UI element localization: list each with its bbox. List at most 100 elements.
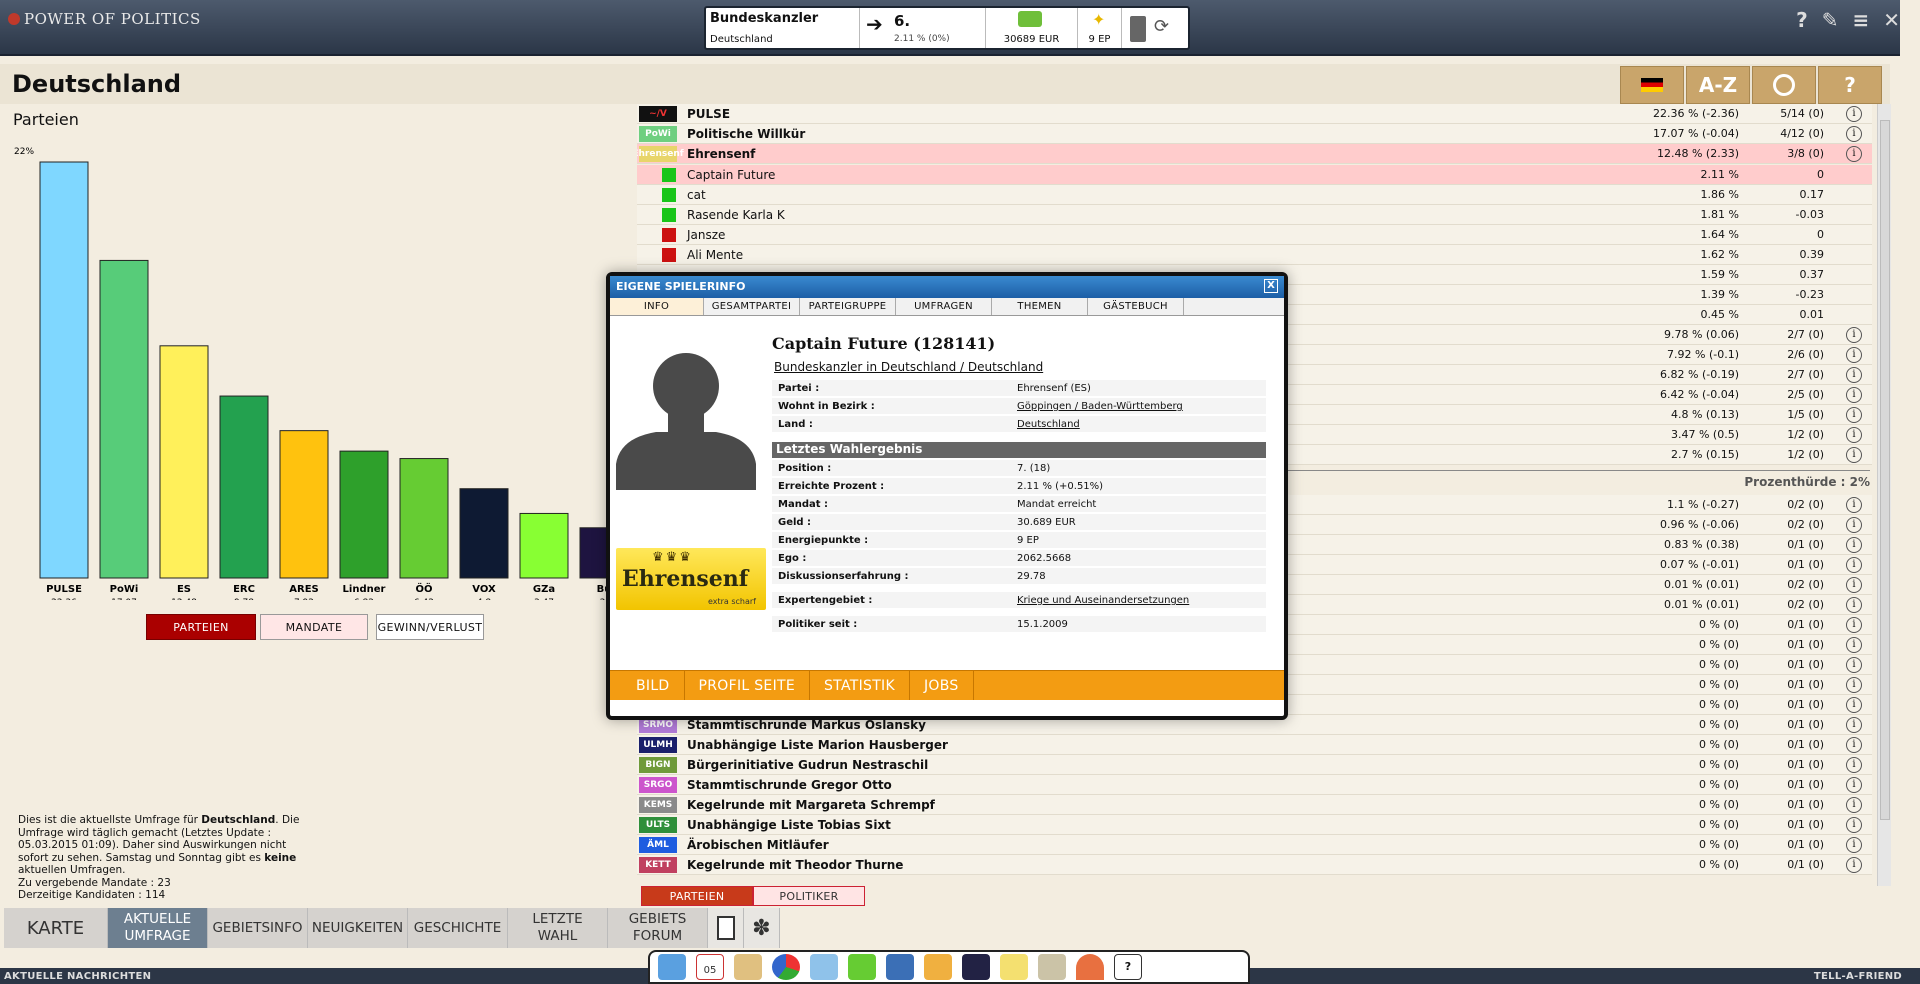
chart-bar[interactable] <box>159 345 209 579</box>
info-icon[interactable]: i <box>1846 597 1862 613</box>
avatar[interactable] <box>616 334 756 490</box>
info-icon[interactable]: i <box>1846 797 1862 813</box>
player-role[interactable]: Bundeskanzler in Deutschland / Deutschla… <box>774 360 1043 374</box>
rank-cell[interactable]: ➔ 6. 2.11 % (0%) <box>860 8 986 48</box>
tab-info[interactable]: INFO <box>610 298 704 315</box>
ep-cell[interactable]: ✦ 9 EP <box>1078 8 1122 48</box>
candidate-row[interactable]: Rasende Karla K 1.81 % -0.03 <box>637 205 1872 225</box>
info-icon[interactable]: i <box>1846 347 1862 363</box>
nav-neuigkeiten[interactable]: NEUIGKEITEN <box>308 908 408 948</box>
chart-bar[interactable] <box>519 512 569 579</box>
money-cell[interactable]: 30689 EUR <box>986 8 1078 48</box>
party-row[interactable]: ÄML Ärobischen Mitläufer 0 % (0) 0/1 (0) i <box>637 835 1872 855</box>
nav-gebietsinfo[interactable]: GEBIETSINFO <box>208 908 308 948</box>
help-icon[interactable]: ? <box>1796 8 1808 32</box>
chart-bar[interactable] <box>279 430 329 579</box>
nav-geschichte[interactable]: GESCHICHTE <box>408 908 508 948</box>
party-row[interactable]: ULTS Unabhängige Liste Tobias Sixt 0 % (0)… <box>637 815 1872 835</box>
info-icon[interactable]: i <box>1846 497 1862 513</box>
flag-tab[interactable] <box>1620 66 1684 104</box>
folder-icon[interactable] <box>924 954 952 980</box>
info-icon[interactable]: i <box>1846 657 1862 673</box>
party-row[interactable]: KEMS Kegelrunde mit Margareta Schrempf 0 %… <box>637 795 1872 815</box>
info-icon[interactable]: i <box>1846 737 1862 753</box>
list-scrollbar[interactable] <box>1877 104 1891 886</box>
info-icon[interactable]: i <box>1846 777 1862 793</box>
tab-help[interactable]: ? <box>1818 66 1882 104</box>
nav-settings-icon[interactable]: ✽ <box>744 908 780 948</box>
calendar-icon[interactable]: 05 <box>696 954 724 980</box>
tab-politiker[interactable]: POLITIKER <box>753 886 865 906</box>
dialog-close-button[interactable]: X <box>1264 279 1278 293</box>
sticky-icon[interactable] <box>1000 954 1028 980</box>
tv-icon[interactable] <box>886 954 914 980</box>
chart-bar[interactable] <box>219 395 269 579</box>
tab-a-z[interactable]: A-Z <box>1686 66 1750 104</box>
info-icon[interactable]: i <box>1846 537 1862 553</box>
umbrella-icon[interactable] <box>1076 954 1104 980</box>
info-icon[interactable]: i <box>1846 677 1862 693</box>
chart-parteien-button[interactable]: PARTEIEN <box>146 614 256 640</box>
candidate-row[interactable]: cat 1.86 % 0.17 <box>637 185 1872 205</box>
statistik-button[interactable]: STATISTIK <box>810 671 910 700</box>
info-icon[interactable]: i <box>1846 617 1862 633</box>
info-icon[interactable]: i <box>1846 557 1862 573</box>
field-value[interactable]: Göppingen / Baden-Württemberg <box>1017 401 1183 412</box>
info-icon[interactable]: i <box>1846 857 1862 873</box>
info-icon[interactable]: i <box>1846 387 1862 403</box>
chart-bar[interactable] <box>459 488 509 579</box>
party-row[interactable]: ~∕V PULSE 22.36 % (-2.36) 5/14 (0) i <box>637 104 1872 124</box>
tab-map[interactable] <box>1752 66 1816 104</box>
notes-icon[interactable] <box>734 954 762 980</box>
refresh-icon[interactable]: ⟳ <box>1154 16 1169 37</box>
chart-gewinn-button[interactable]: GEWINN/VERLUST <box>376 614 484 640</box>
jobs-button[interactable]: JOBS <box>910 671 974 700</box>
tab-umfragen[interactable]: UMFRAGEN <box>896 298 992 315</box>
user-icon[interactable] <box>658 954 686 980</box>
dock-help-icon[interactable]: ? <box>1114 954 1142 980</box>
news-label[interactable]: AKTUELLE NACHRICHTEN <box>4 971 151 982</box>
info-icon[interactable]: i <box>1846 697 1862 713</box>
info-icon[interactable]: i <box>1846 577 1862 593</box>
tab-parteien[interactable]: PARTEIEN <box>641 886 753 906</box>
tab-gesamtpartei[interactable]: GESAMTPARTEI <box>704 298 800 315</box>
party-row[interactable]: PoWi Politische Willkür 17.07 % (-0.04) 4/1… <box>637 124 1872 144</box>
candidate-row[interactable]: Ali Mente 1.62 % 0.39 <box>637 245 1872 265</box>
party-row[interactable]: Ehrensenf Ehrensenf 12.48 % (2.33) 3/8 (0) i <box>637 144 1872 164</box>
chart-mandate-button[interactable]: MANDATE <box>260 614 368 640</box>
pie-icon[interactable] <box>772 954 800 980</box>
info-icon[interactable]: i <box>1846 817 1862 833</box>
candidate-row[interactable]: Jansze 1.64 % 0 <box>637 225 1872 245</box>
office-cell[interactable]: Bundeskanzler Deutschland <box>706 8 860 48</box>
chart-bar[interactable] <box>99 259 149 579</box>
chart-bar[interactable] <box>339 450 389 579</box>
info-icon[interactable]: i <box>1846 367 1862 383</box>
nav-karte[interactable]: KARTE <box>4 908 108 948</box>
field-value[interactable]: Kriege und Auseinandersetzungen <box>1017 595 1189 606</box>
info-icon[interactable]: i <box>1846 106 1862 122</box>
candidate-row[interactable]: Captain Future 2.11 % 0 <box>637 165 1872 185</box>
monitor-icon[interactable] <box>810 954 838 980</box>
party-row[interactable]: ULMH Unabhängige Liste Marion Hausberger 0… <box>637 735 1872 755</box>
tab-parteigruppe[interactable]: PARTEIGRUPPE <box>800 298 896 315</box>
pen-icon[interactable]: ✎ <box>1822 8 1839 32</box>
party-row[interactable]: BIGN Bürgerinitiative Gudrun Nestraschil 0… <box>637 755 1872 775</box>
party-row[interactable]: KETT Kegelrunde mit Theodor Thurne 0 % (0)… <box>637 855 1872 875</box>
nav-document-icon[interactable] <box>708 908 744 948</box>
profil-seite-button[interactable]: PROFIL SEITE <box>685 671 810 700</box>
tab-gaestebuch[interactable]: GÄSTEBUCH <box>1088 298 1184 315</box>
tab-themen[interactable]: THEMEN <box>992 298 1088 315</box>
info-icon[interactable]: i <box>1846 837 1862 853</box>
info-icon[interactable]: i <box>1846 427 1862 443</box>
phone-icon[interactable] <box>1130 16 1146 42</box>
info-icon[interactable]: i <box>1846 757 1862 773</box>
party-row[interactable]: SRGO Stammtischrunde Gregor Otto 0 % (0) 0/… <box>637 775 1872 795</box>
info-icon[interactable]: i <box>1846 517 1862 533</box>
info-icon[interactable]: i <box>1846 447 1862 463</box>
menu-icon[interactable]: ≡ <box>1852 8 1869 32</box>
org-chart-icon[interactable] <box>848 954 876 980</box>
info-icon[interactable]: i <box>1846 717 1862 733</box>
info-icon[interactable]: i <box>1846 126 1862 142</box>
tell-a-friend-link[interactable]: TELL-A-FRIEND <box>1814 971 1902 982</box>
nav-gebiets-forum[interactable]: GEBIETS FORUM <box>608 908 708 948</box>
